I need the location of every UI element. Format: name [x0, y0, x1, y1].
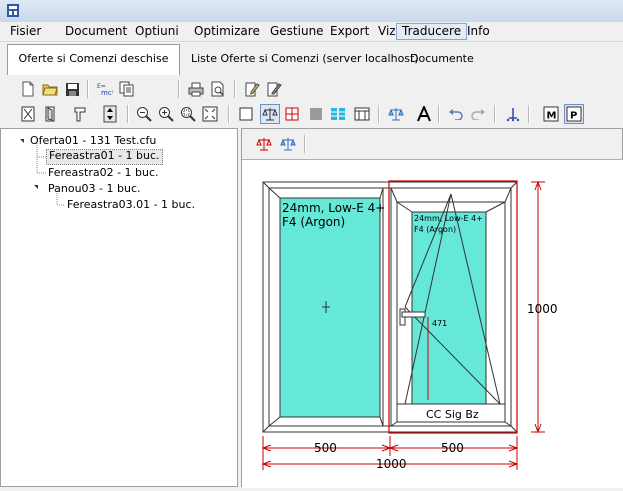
menu-optiuni[interactable]: Optiuni [130, 23, 184, 40]
window-drawing: 24mm, Low-E 4+ F4 (Argon) 24mm, Low-E 4+… [261, 180, 558, 471]
height-dimension-label: 1000 [527, 302, 558, 316]
layout-columns-icon[interactable] [328, 104, 348, 124]
tree-expand-triangle-icon-2 [34, 185, 38, 189]
toolbar-separator [528, 105, 530, 123]
toolbar-separator [127, 105, 129, 123]
toolbar-row-1: E=mc² [0, 77, 623, 101]
glass-right-sash [411, 211, 487, 405]
svg-text:P: P [570, 111, 577, 122]
balance-scale-icon[interactable] [260, 104, 280, 124]
move-up-down-icon[interactable] [100, 104, 120, 124]
text-font-icon[interactable] [414, 104, 434, 124]
tree-node-fereastra02[interactable]: Fereastra02 - 1 buc. [46, 166, 161, 180]
calculator-icon[interactable]: E=mc² [95, 79, 115, 99]
svg-text:M: M [547, 111, 557, 122]
letter-m-icon[interactable]: M [541, 104, 561, 124]
title-bar [0, 0, 623, 23]
svg-text:mc²: mc² [101, 89, 113, 97]
tree-node-fereastra01[interactable]: Fereastra01 - 1 buc. [46, 149, 163, 165]
menu-fisier[interactable]: Fisier [5, 23, 46, 40]
right-width-dimension-label: 500 [441, 441, 464, 455]
sash-label: CC Sig Bz [426, 408, 479, 421]
handle-lever [401, 311, 426, 318]
redo-icon[interactable] [468, 104, 488, 124]
letter-p-icon[interactable]: P [564, 104, 584, 124]
toolbar-separator [178, 80, 180, 98]
tree-node-panou03[interactable]: Panou03 - 1 buc. [46, 182, 143, 196]
document-tabs: Oferte si Comenzi deschise Liste Oferte … [0, 42, 623, 77]
toolbar-separator [304, 135, 306, 153]
menu-traducere[interactable]: Traducere [396, 23, 468, 40]
open-folder-icon[interactable] [40, 79, 60, 99]
zoom-window-icon[interactable] [178, 104, 198, 124]
tab-liste-oferte[interactable]: Liste Oferte si Comenzi (server localhos… [191, 45, 419, 73]
door-icon[interactable] [40, 104, 60, 124]
copy-documents-icon[interactable] [117, 79, 137, 99]
left-width-dimension-label: 500 [314, 441, 337, 455]
balance-blue-icon[interactable] [386, 104, 406, 124]
tree-node-fereastra03-01[interactable]: Fereastra03.01 - 1 buc. [65, 198, 197, 212]
rectangle-icon[interactable] [236, 104, 256, 124]
toolbar-row-2: M P [0, 102, 623, 126]
glass-left-label-line2: F4 (Argon) [282, 215, 345, 229]
mullion [382, 187, 392, 427]
tree-expand-triangle-icon [20, 139, 24, 143]
zoom-in-icon[interactable] [156, 104, 176, 124]
menu-gestiune[interactable]: Gestiune [265, 23, 329, 40]
glass-right-label-line2: F4 (Argon) [414, 225, 456, 234]
tree-node-oferta[interactable]: Oferta01 - 131 Test.cfu [28, 134, 158, 148]
menu-bar: Fisier Document Optiuni Optimizare Gesti… [0, 22, 623, 42]
undo-icon[interactable] [446, 104, 466, 124]
solid-block-icon[interactable] [306, 104, 326, 124]
balance-blue-small-icon[interactable] [278, 134, 298, 154]
toolbar-separator [378, 105, 380, 123]
grid-red-icon[interactable] [282, 104, 302, 124]
glass-left-label-line1: 24mm, Low-E 4+ [282, 201, 385, 215]
toolbar-separator [438, 105, 440, 123]
toolbar-separator [494, 105, 496, 123]
tab-oferte-deschise[interactable]: Oferte si Comenzi deschise [7, 44, 180, 77]
dimension-marker-icon[interactable] [503, 104, 523, 124]
project-tree-panel: Oferta01 - 131 Test.cfu Fereastra01 - 1 … [0, 128, 238, 487]
zoom-fit-icon[interactable] [200, 104, 220, 124]
new-document-icon[interactable] [18, 79, 38, 99]
frame-icon[interactable] [18, 104, 38, 124]
print-icon[interactable] [186, 79, 206, 99]
balance-red-icon[interactable] [254, 134, 274, 154]
menu-document[interactable]: Document [60, 23, 132, 40]
menu-optimizare[interactable]: Optimizare [189, 23, 265, 40]
toolbar-separator [234, 80, 236, 98]
tab-documente[interactable]: Documente [410, 45, 474, 73]
profile-icon[interactable] [70, 104, 90, 124]
total-width-dimension-label: 1000 [376, 457, 407, 471]
handle-height-label: 471 [432, 319, 447, 328]
edit-document-alt-icon[interactable] [264, 79, 284, 99]
zoom-out-icon[interactable] [134, 104, 154, 124]
table-icon[interactable] [352, 104, 372, 124]
toolbar-area: E=mc² [0, 75, 623, 127]
save-disk-icon[interactable] [62, 79, 82, 99]
menu-info[interactable]: Info [462, 23, 495, 40]
window-drawing-canvas[interactable]: 24mm, Low-E 4+ F4 (Argon) 24mm, Low-E 4+… [242, 160, 623, 488]
edit-document-icon[interactable] [242, 79, 262, 99]
app-logo-icon [7, 4, 19, 17]
toolbar-separator [228, 105, 230, 123]
glass-right-label-line1: 24mm, Low-E 4+ [414, 214, 483, 223]
menu-export[interactable]: Export [325, 23, 374, 40]
drawing-panel: 24mm, Low-E 4+ F4 (Argon) 24mm, Low-E 4+… [241, 128, 623, 488]
drawing-toolbar [242, 129, 623, 160]
print-preview-icon[interactable] [208, 79, 228, 99]
toolbar-separator [87, 80, 89, 98]
